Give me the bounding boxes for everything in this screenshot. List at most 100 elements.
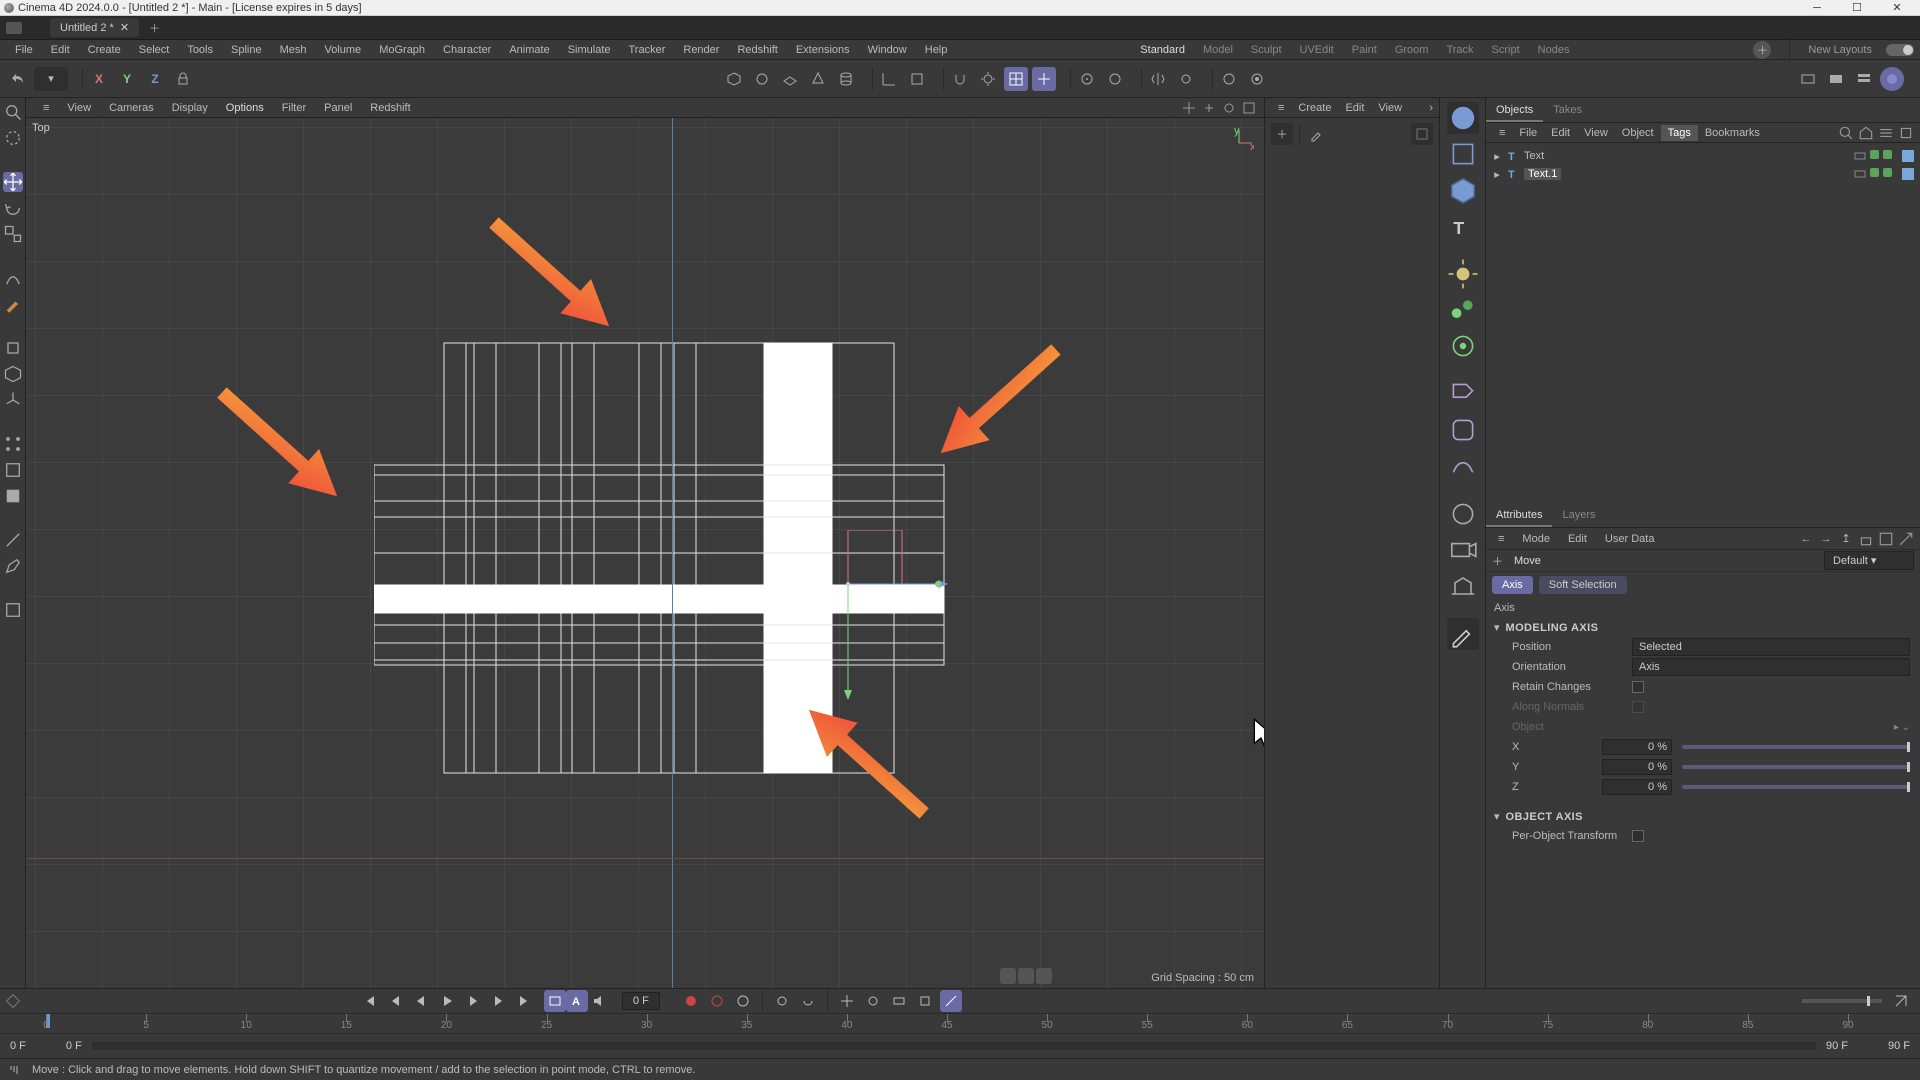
layout-toggle[interactable] bbox=[1886, 44, 1914, 56]
tab-takes[interactable]: Takes bbox=[1543, 100, 1592, 122]
main-menu-item[interactable]: Volume bbox=[315, 42, 370, 58]
new-layouts-label[interactable]: New Layouts bbox=[1808, 44, 1872, 56]
range-end-b[interactable]: 90 F bbox=[1888, 1040, 1910, 1052]
go-start-icon[interactable] bbox=[358, 990, 380, 1012]
prev-key-icon[interactable] bbox=[384, 990, 406, 1012]
main-menu-item[interactable]: Mesh bbox=[271, 42, 316, 58]
search-icon[interactable] bbox=[3, 102, 23, 122]
palette-cube-solid-icon[interactable] bbox=[1447, 174, 1479, 206]
range-start-b[interactable]: 0 F bbox=[66, 1040, 82, 1052]
world-icon[interactable] bbox=[905, 67, 929, 91]
render-region-icon[interactable] bbox=[1245, 67, 1269, 91]
edges-mode-icon[interactable] bbox=[3, 460, 23, 480]
palette-camera-icon[interactable] bbox=[1447, 498, 1479, 530]
vp-pan-icon[interactable] bbox=[1182, 101, 1196, 115]
viewport-menu-item[interactable]: Redshift bbox=[361, 100, 419, 116]
key-pla-icon[interactable] bbox=[862, 990, 884, 1012]
dock-icon[interactable] bbox=[6, 22, 22, 34]
main-menu-item[interactable]: Extensions bbox=[787, 42, 859, 58]
axis-x-slider[interactable] bbox=[1682, 745, 1910, 749]
range-start-a[interactable]: 0 F bbox=[10, 1040, 26, 1052]
sphere-icon[interactable] bbox=[750, 67, 774, 91]
undo-icon[interactable] bbox=[6, 67, 30, 91]
per-object-transform-checkbox[interactable] bbox=[1632, 830, 1644, 842]
key-active-icon[interactable] bbox=[940, 990, 962, 1012]
asset-menu-more[interactable]: › bbox=[1429, 102, 1433, 114]
symmetry-settings-icon[interactable] bbox=[1174, 67, 1198, 91]
palette-sphere-icon[interactable] bbox=[1447, 102, 1479, 134]
symmetry-x-icon[interactable] bbox=[1146, 67, 1170, 91]
layout-item[interactable]: Model bbox=[1203, 44, 1233, 56]
play-icon[interactable] bbox=[436, 990, 458, 1012]
expand-arrow-icon[interactable]: ▸ bbox=[1492, 168, 1502, 181]
vp-orbit-icon[interactable] bbox=[1222, 101, 1236, 115]
tab-attributes[interactable]: Attributes bbox=[1486, 505, 1552, 527]
main-menu-item[interactable]: Edit bbox=[42, 42, 79, 58]
layout-item[interactable]: Sculpt bbox=[1251, 44, 1282, 56]
prev-frame-icon[interactable] bbox=[410, 990, 432, 1012]
move-gizmo[interactable] bbox=[808, 530, 948, 710]
main-menu-item[interactable]: File bbox=[6, 42, 42, 58]
viewport-menu-burger[interactable]: ≡ bbox=[34, 100, 58, 116]
attributes-menu-item[interactable]: User Data bbox=[1599, 531, 1661, 547]
document-tab[interactable]: Untitled 2 * ✕ bbox=[50, 18, 139, 37]
polygons-mode-icon[interactable] bbox=[3, 486, 23, 506]
viewport-menu-item[interactable]: Filter bbox=[273, 100, 315, 116]
palette-effector-icon[interactable] bbox=[1447, 294, 1479, 326]
palette-volume-icon[interactable] bbox=[1447, 450, 1479, 482]
axis-y-slider[interactable] bbox=[1682, 765, 1910, 769]
objects-menu-item[interactable]: View bbox=[1577, 125, 1615, 141]
tab-layers[interactable]: Layers bbox=[1552, 505, 1605, 527]
timeline-open-icon[interactable] bbox=[1890, 990, 1912, 1012]
nav-up-icon[interactable]: ↥ bbox=[1838, 531, 1854, 547]
tweak-icon[interactable] bbox=[3, 530, 23, 550]
tab-objects[interactable]: Objects bbox=[1486, 100, 1543, 122]
axis-z-button[interactable]: Z bbox=[143, 67, 167, 91]
phong-tag-icon[interactable] bbox=[1902, 168, 1914, 180]
axis-mode-icon[interactable] bbox=[3, 390, 23, 410]
plus-circle-icon[interactable]: ＋ bbox=[1753, 41, 1771, 59]
timeline-ruler[interactable]: 051015202530354045505560657075808590 bbox=[0, 1013, 1920, 1033]
viewport-menu-item[interactable]: View bbox=[58, 100, 100, 116]
palette-scene-icon[interactable] bbox=[1447, 570, 1479, 602]
snap-toggle-icon[interactable] bbox=[948, 67, 972, 91]
layer-icon[interactable] bbox=[1854, 150, 1866, 162]
viewport-menu-item[interactable]: Display bbox=[163, 100, 217, 116]
snap-settings-icon[interactable] bbox=[976, 67, 1000, 91]
pen-icon[interactable] bbox=[3, 556, 23, 576]
vp-display-b-icon[interactable] bbox=[1018, 968, 1034, 984]
add-material-icon[interactable]: ＋ bbox=[1271, 123, 1293, 145]
cylinder-icon[interactable] bbox=[834, 67, 858, 91]
viewport-axis-widget[interactable]: x y bbox=[1224, 128, 1254, 158]
cone-icon[interactable] bbox=[806, 67, 830, 91]
viewport[interactable]: Top bbox=[26, 118, 1264, 988]
asset-menu-item[interactable]: Create bbox=[1291, 100, 1338, 116]
retain-changes-checkbox[interactable] bbox=[1632, 681, 1644, 693]
attributes-menu-item[interactable]: Edit bbox=[1562, 531, 1593, 547]
range-scroll-track[interactable] bbox=[92, 1042, 1816, 1050]
layout-item[interactable]: Standard bbox=[1140, 44, 1185, 56]
close-icon[interactable]: ✕ bbox=[120, 21, 129, 34]
timeline-zoom-slider[interactable] bbox=[1802, 999, 1882, 1003]
soft-circle-icon[interactable] bbox=[1075, 67, 1099, 91]
objects-search-icon[interactable] bbox=[1838, 125, 1854, 141]
objects-menu-item[interactable]: Edit bbox=[1544, 125, 1577, 141]
section-modeling-axis[interactable]: ▾ MODELING AXIS bbox=[1486, 618, 1920, 637]
axis-z-slider[interactable] bbox=[1682, 785, 1910, 789]
main-menu-item[interactable]: Render bbox=[674, 42, 728, 58]
axis-x-button[interactable]: X bbox=[87, 67, 111, 91]
window-minimize-button[interactable]: ─ bbox=[1798, 1, 1836, 15]
vp-display-c-icon[interactable] bbox=[1036, 968, 1052, 984]
palette-light-icon[interactable] bbox=[1447, 258, 1479, 290]
phong-tag-icon[interactable] bbox=[1902, 150, 1914, 162]
main-menu-item[interactable]: MoGraph bbox=[370, 42, 434, 58]
soft-settings-icon[interactable] bbox=[1103, 67, 1127, 91]
palette-deformer-icon[interactable] bbox=[1447, 414, 1479, 446]
vp-maximize-icon[interactable] bbox=[1242, 101, 1256, 115]
main-menu-item[interactable]: Redshift bbox=[728, 42, 786, 58]
window-close-button[interactable]: ✕ bbox=[1878, 1, 1916, 15]
layout-item[interactable]: Track bbox=[1446, 44, 1473, 56]
rotate-tool-icon[interactable] bbox=[3, 198, 23, 218]
preset-select[interactable]: Default ▾ bbox=[1824, 551, 1914, 570]
key-pos-icon[interactable] bbox=[771, 990, 793, 1012]
